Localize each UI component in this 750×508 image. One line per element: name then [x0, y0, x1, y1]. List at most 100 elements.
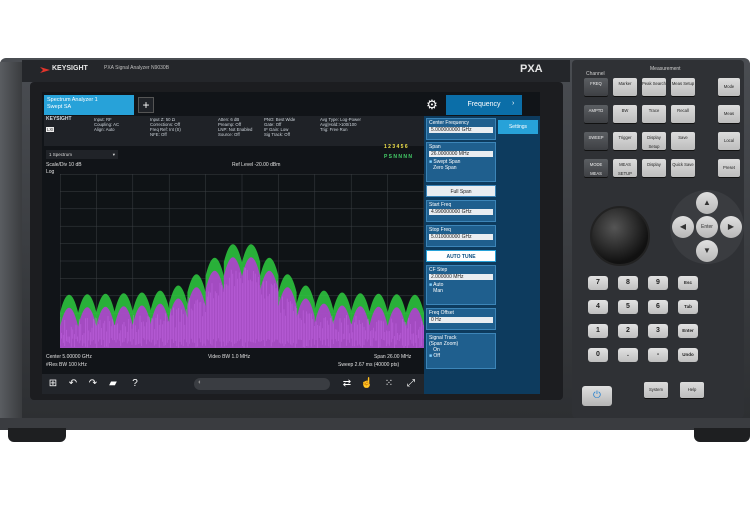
numkey-undo[interactable]: Undo: [678, 348, 698, 362]
key-quick-save[interactable]: Quick Save: [671, 159, 695, 177]
windows-icon[interactable]: ⊞: [46, 377, 60, 391]
arrow-up-icon[interactable]: ▲: [696, 192, 718, 214]
numkey-1[interactable]: 1: [588, 324, 608, 338]
stop-freq-field[interactable]: 5.010000000 GHz: [429, 234, 493, 240]
cf-step-man-option[interactable]: Man: [429, 288, 493, 294]
power-button[interactable]: ⏻: [582, 386, 612, 406]
numkey-4[interactable]: 4: [588, 300, 608, 314]
numkey-3[interactable]: 3: [648, 324, 668, 338]
numkey-9[interactable]: 9: [648, 276, 668, 290]
lxi-badge: LXI: [46, 127, 54, 132]
numkey-6[interactable]: 6: [648, 300, 668, 314]
frequency-menu-button[interactable]: Frequency: [446, 95, 522, 115]
trace-indicator: 1 2 3 4 5 6 P S N N N N: [384, 142, 426, 168]
key-amptd[interactable]: AMPTD: [584, 105, 608, 123]
bottom-rail: [0, 418, 750, 430]
start-freq-label: Start Freq: [429, 202, 451, 208]
numkey-esc[interactable]: Esc: [678, 276, 698, 290]
cf-step-softkey[interactable]: CF Step 2.000000 MHz ■ Auto Man: [426, 265, 496, 305]
key-display[interactable]: Display: [642, 159, 666, 177]
key-meas-setup[interactable]: MEAS SETUP: [613, 159, 637, 177]
start-freq-softkey[interactable]: Start Freq 4.990000000 GHz: [426, 200, 496, 222]
left-handle: [0, 62, 22, 430]
numkey-8[interactable]: 8: [618, 276, 638, 290]
layout-icon[interactable]: ⇄: [340, 377, 354, 391]
key-local[interactable]: Local: [718, 132, 740, 150]
rotary-knob[interactable]: [590, 206, 650, 266]
center-frequency-softkey[interactable]: Center Frequency 5.000000000 GHz: [426, 118, 496, 140]
stop-freq-softkey[interactable]: Stop Freq 5.010000000 GHz: [426, 225, 496, 247]
start-freq-field[interactable]: 4.990000000 GHz: [429, 209, 493, 215]
zero-span-label: Zero Span: [433, 165, 456, 171]
key-recall[interactable]: Recall: [671, 105, 695, 123]
arrow-right-icon[interactable]: ▶: [720, 216, 742, 238]
video-bw-readout: Video BW 1.0 MHz: [208, 354, 250, 360]
key-sweep[interactable]: SWEEP: [584, 132, 608, 150]
key-mode-meas[interactable]: MODE MEAS: [584, 159, 608, 177]
key-save[interactable]: Save: [671, 132, 695, 150]
add-tab-button[interactable]: +: [138, 97, 154, 113]
log-label: Log: [46, 169, 54, 175]
undo-icon[interactable]: ↶: [66, 377, 80, 391]
freq-offset-field[interactable]: 0 Hz: [429, 317, 493, 323]
gear-icon[interactable]: ⚙: [424, 97, 440, 113]
numkey-tab[interactable]: Tab: [678, 300, 698, 314]
freq-offset-label: Freq Offset: [429, 310, 454, 316]
key-trace[interactable]: Trace: [642, 105, 666, 123]
chevron-right-icon: ›: [512, 100, 514, 107]
channel-header: Channel: [586, 71, 605, 77]
frequency-softkeys: Center Frequency 5.000000000 GHz Span 26…: [426, 118, 496, 390]
zero-span-option[interactable]: Zero Span: [429, 165, 493, 171]
key-meas-setup[interactable]: Meas Setup: [671, 78, 695, 96]
numkey-2[interactable]: 2: [618, 324, 638, 338]
signal-track-off-option[interactable]: ■ Off: [429, 353, 493, 359]
folder-icon[interactable]: ▰: [106, 377, 120, 391]
sweep-readout: Sweep 2.67 ms (40000 pts): [338, 362, 399, 368]
grid-icon[interactable]: ⁙: [382, 377, 396, 391]
span-field[interactable]: 26.0000000 MHz: [429, 151, 493, 157]
help-icon[interactable]: ?: [128, 377, 142, 391]
key-freq[interactable]: FREQ: [584, 78, 608, 96]
left-foot: [8, 428, 66, 442]
search-bar[interactable]: ◐: [194, 378, 330, 390]
tab-title: Spectrum Analyzer 1: [47, 97, 131, 104]
key-trigger[interactable]: Trigger: [613, 132, 637, 150]
key-display-setup[interactable]: Display Setup: [642, 132, 666, 150]
numkey-minus[interactable]: -: [648, 348, 668, 362]
numkey-enter[interactable]: Enter: [678, 324, 698, 338]
redo-icon[interactable]: ↷: [86, 377, 100, 391]
enter-button[interactable]: Enter: [696, 216, 718, 238]
fullscreen-icon[interactable]: ⤢: [404, 377, 418, 391]
signal-track-softkey[interactable]: Signal Track (Span Zoom) On ■ Off: [426, 333, 496, 369]
touch-screen: Spectrum Analyzer 1 Swept SA + ⚙ Frequen…: [42, 92, 540, 394]
spectrum-plot[interactable]: [60, 174, 424, 348]
key-meas[interactable]: Meas: [718, 105, 740, 123]
system-button[interactable]: System: [644, 382, 668, 398]
numkey-5[interactable]: 5: [618, 300, 638, 314]
full-span-button[interactable]: Full Span: [426, 185, 496, 197]
center-frequency-field[interactable]: 5.000000000 GHz: [429, 127, 493, 133]
numkey-7[interactable]: 7: [588, 276, 608, 290]
numkey-dot[interactable]: .: [618, 348, 638, 362]
auto-tune-button[interactable]: AUTO TUNE: [426, 250, 496, 262]
settings-tab[interactable]: Settings: [498, 120, 538, 134]
window-select-dropdown[interactable]: 1 Spectrum ▾: [46, 150, 118, 159]
key-mode[interactable]: Mode: [718, 78, 740, 96]
freq-offset-softkey[interactable]: Freq Offset 0 Hz: [426, 308, 496, 330]
arrow-down-icon[interactable]: ▼: [696, 240, 718, 262]
numkey-0[interactable]: 0: [588, 348, 608, 362]
trace-types: P S N N N N: [384, 154, 412, 160]
res-bw-readout: #Res BW 100 kHz: [46, 362, 87, 368]
tab-spectrum-analyzer[interactable]: Spectrum Analyzer 1 Swept SA: [44, 95, 134, 115]
key-preset[interactable]: Preset: [718, 159, 740, 177]
key-bw[interactable]: BW: [613, 105, 637, 123]
measurement-header: Measurement: [650, 66, 681, 72]
help-button[interactable]: Help: [680, 382, 704, 398]
span-softkey[interactable]: Span 26.0000000 MHz ■ Swept Span Zero Sp…: [426, 142, 496, 182]
touch-icon[interactable]: ☝: [360, 377, 374, 391]
status-input: Input: RF Coupling: AC Align: Auto: [94, 117, 119, 132]
key-peak-search[interactable]: Peak Search: [642, 78, 666, 96]
key-marker[interactable]: Marker: [613, 78, 637, 96]
arrow-left-icon[interactable]: ◀: [672, 216, 694, 238]
cf-step-field[interactable]: 2.000000 MHz: [429, 274, 493, 280]
